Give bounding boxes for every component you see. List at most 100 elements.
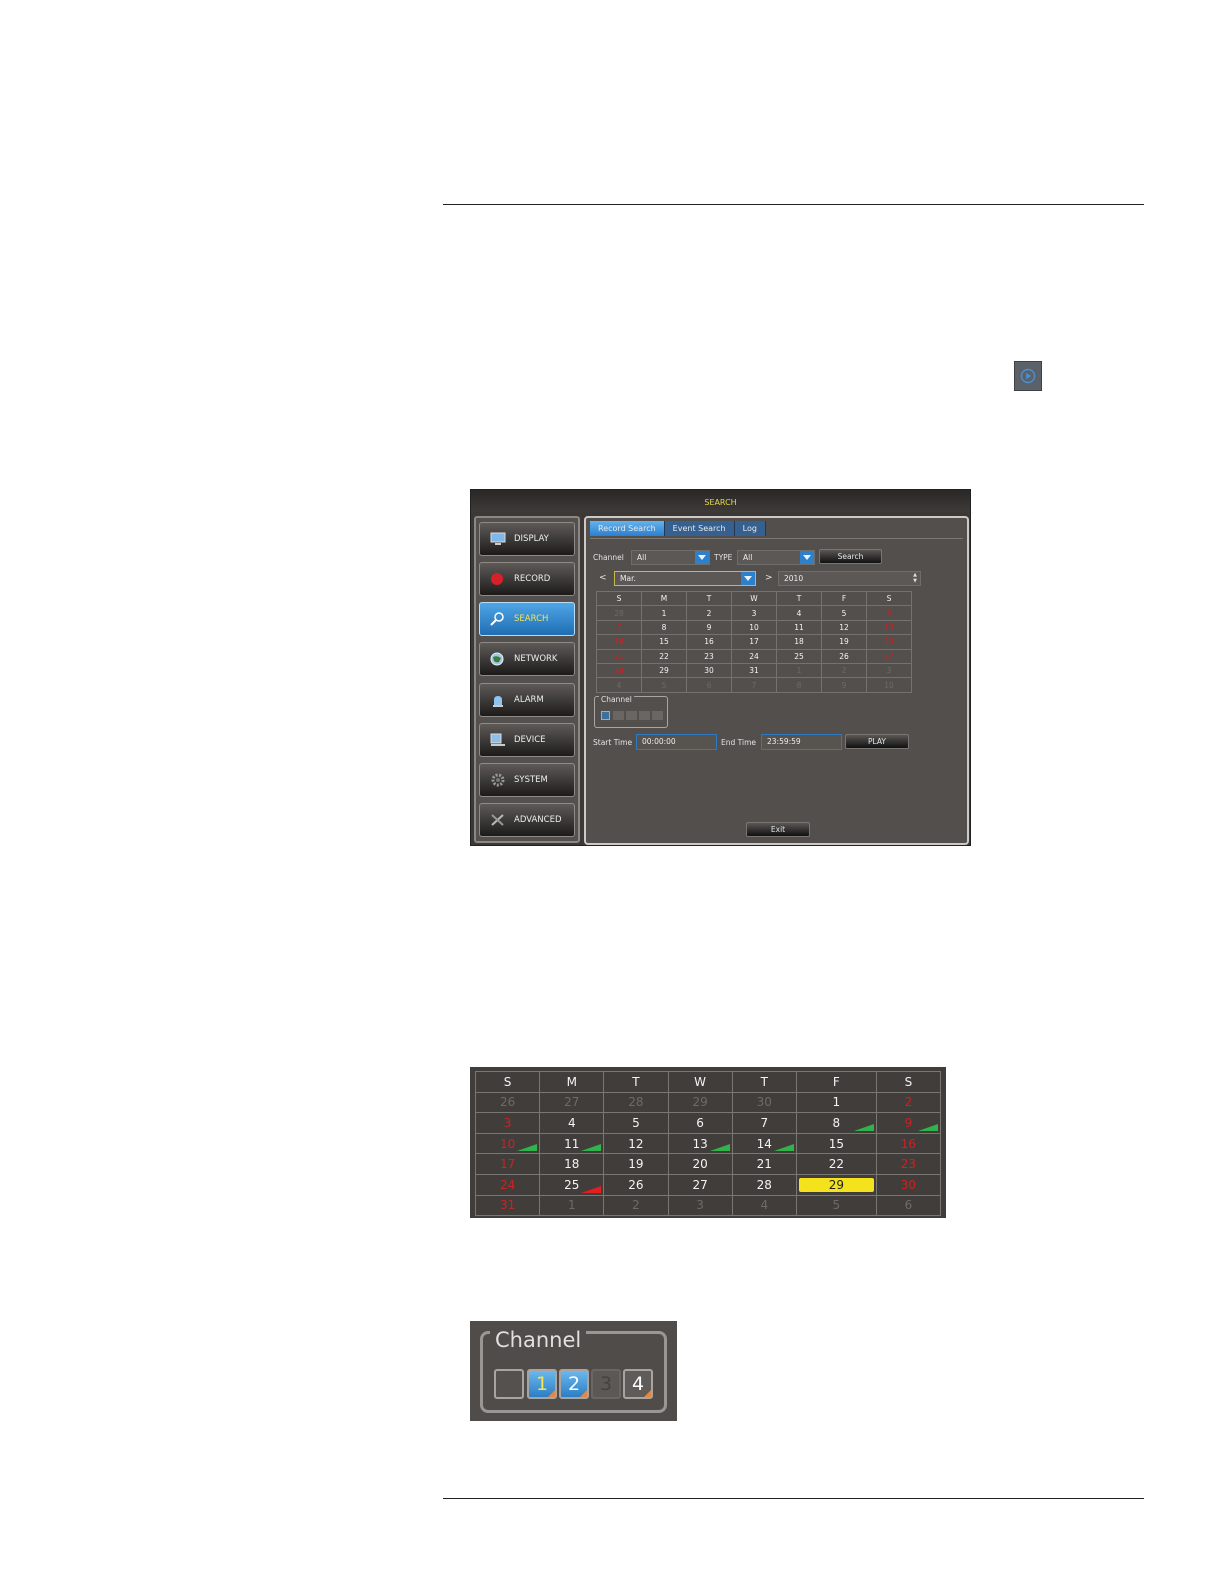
calendar-day[interactable]: 26	[474, 1091, 541, 1114]
calendar-day[interactable]: 8	[795, 1112, 877, 1134]
calendar-day[interactable]: 18	[776, 634, 822, 650]
month-prev-button[interactable]: <	[599, 573, 607, 583]
calendar-day[interactable]: 12	[821, 619, 867, 636]
calendar-day[interactable]: 10	[474, 1132, 541, 1155]
calendar-day[interactable]: 25	[539, 1173, 605, 1196]
calendar-day[interactable]: 27	[866, 648, 912, 664]
calendar-day[interactable]: 3	[667, 1194, 733, 1217]
chevron-down-icon[interactable]	[800, 551, 814, 564]
calendar-day[interactable]: 4	[596, 677, 642, 693]
calendar-day[interactable]: 7	[731, 1112, 797, 1134]
calendar-day[interactable]: 15	[641, 634, 687, 650]
calendar-day[interactable]: 24	[474, 1173, 541, 1196]
calendar-day[interactable]: 31	[731, 662, 777, 679]
calendar-day[interactable]: 27	[539, 1091, 605, 1114]
end-time-field[interactable]: 23:59:59	[761, 734, 842, 750]
calendar-day[interactable]: 11	[776, 619, 822, 636]
calendar-day[interactable]: 24	[731, 648, 777, 664]
calendar-day[interactable]: 21	[731, 1153, 797, 1175]
calendar-day[interactable]: 1	[776, 662, 822, 679]
calendar-day[interactable]: 22	[795, 1153, 877, 1175]
calendar-day[interactable]: 18	[539, 1153, 605, 1175]
calendar-day[interactable]: 14	[596, 634, 642, 650]
chevron-down-icon[interactable]	[695, 551, 709, 564]
tab-record-search[interactable]: Record Search	[590, 521, 665, 536]
calendar-day[interactable]: 3	[866, 662, 912, 679]
play-button[interactable]: PLAY	[845, 734, 909, 749]
calendar-day[interactable]: 9	[821, 677, 867, 693]
calendar-day[interactable]: 26	[603, 1173, 669, 1196]
calendar-day[interactable]: 6	[866, 605, 912, 621]
calendar-day[interactable]: 10	[866, 677, 912, 693]
calendar-day[interactable]: 23	[875, 1153, 942, 1175]
calendar-day[interactable]: 3	[731, 605, 777, 621]
calendar-day[interactable]: 1	[539, 1194, 605, 1217]
calendar-day[interactable]: 5	[603, 1112, 669, 1134]
calendar-day[interactable]: 5	[821, 605, 867, 621]
calendar-day[interactable]: 5	[641, 677, 687, 693]
start-time-field[interactable]: 00:00:00	[636, 734, 717, 750]
calendar-day[interactable]: 16	[686, 634, 732, 650]
channel-1-button[interactable]: 1	[527, 1369, 557, 1399]
calendar-day[interactable]: 6	[686, 677, 732, 693]
calendar-day[interactable]: 27	[667, 1173, 733, 1196]
chevron-down-icon[interactable]	[741, 572, 755, 585]
calendar-day[interactable]: 12	[603, 1132, 669, 1155]
calendar-day[interactable]: 10	[731, 619, 777, 636]
calendar-day[interactable]: 30	[875, 1173, 942, 1196]
calendar-day[interactable]: 9	[875, 1112, 942, 1134]
calendar-day[interactable]: 8	[641, 619, 687, 636]
nav-advanced[interactable]: ADVANCED	[479, 803, 575, 837]
calendar-day[interactable]: 9	[686, 619, 732, 636]
calendar-day[interactable]: 4	[776, 605, 822, 621]
calendar-day[interactable]: 30	[686, 662, 732, 679]
calendar-day[interactable]: 17	[474, 1153, 541, 1175]
calendar-day[interactable]: 8	[776, 677, 822, 693]
calendar-day[interactable]: 19	[821, 634, 867, 650]
calendar-day[interactable]: 16	[875, 1132, 942, 1155]
nav-system[interactable]: SYSTEM	[479, 763, 575, 797]
calendar-day[interactable]: 28	[603, 1091, 669, 1114]
calendar-day[interactable]: 2	[821, 662, 867, 679]
type-select[interactable]: All	[737, 550, 815, 565]
channel-select[interactable]: All	[631, 550, 710, 565]
calendar-day[interactable]: 25	[776, 648, 822, 664]
calendar-day[interactable]: 13	[667, 1132, 733, 1155]
month-select[interactable]: Mar.	[614, 571, 756, 586]
calendar-day[interactable]: 2	[875, 1091, 942, 1114]
channel-mini-buttons[interactable]	[613, 711, 663, 720]
calendar-day[interactable]: 17	[731, 634, 777, 650]
calendar-day[interactable]: 20	[866, 634, 912, 650]
calendar-day[interactable]: 11	[539, 1132, 605, 1155]
calendar-day[interactable]: 1	[641, 605, 687, 621]
calendar-day[interactable]: 28	[596, 605, 642, 621]
calendar-day[interactable]: 3	[474, 1112, 541, 1134]
calendar-day[interactable]: 22	[641, 648, 687, 664]
calendar-day[interactable]: 26	[821, 648, 867, 664]
calendar-day[interactable]: 15	[795, 1132, 877, 1155]
channel-all-checkbox[interactable]	[601, 711, 610, 720]
calendar-day[interactable]: 13	[866, 619, 912, 636]
calendar-day[interactable]: 29	[667, 1091, 733, 1114]
tab-log[interactable]: Log	[734, 521, 766, 536]
calendar-day[interactable]: 7	[596, 619, 642, 636]
channel-4-button[interactable]: 4	[623, 1369, 653, 1399]
nav-alarm[interactable]: ALARM	[479, 683, 575, 717]
calendar-day[interactable]: 31	[474, 1194, 541, 1217]
exit-button[interactable]: Exit	[746, 822, 810, 837]
calendar-day[interactable]: 28	[596, 662, 642, 679]
calendar-day[interactable]: 23	[686, 648, 732, 664]
calendar-day[interactable]: 20	[667, 1153, 733, 1175]
calendar-day[interactable]: 19	[603, 1153, 669, 1175]
calendar-day[interactable]: 1	[795, 1091, 877, 1114]
calendar-day[interactable]: 4	[731, 1194, 797, 1217]
calendar-day[interactable]: 2	[603, 1194, 669, 1217]
calendar-day[interactable]: 2	[686, 605, 732, 621]
calendar-day[interactable]: 29	[641, 662, 687, 679]
nav-network[interactable]: NETWORK	[479, 642, 575, 676]
year-stepper[interactable]: 2010 ▲ ▼	[778, 571, 921, 586]
nav-search[interactable]: SEARCH	[479, 602, 575, 636]
calendar-day[interactable]: 30	[731, 1091, 797, 1114]
calendar-day[interactable]: 4	[539, 1112, 605, 1134]
calendar-day[interactable]: 6	[875, 1194, 942, 1217]
